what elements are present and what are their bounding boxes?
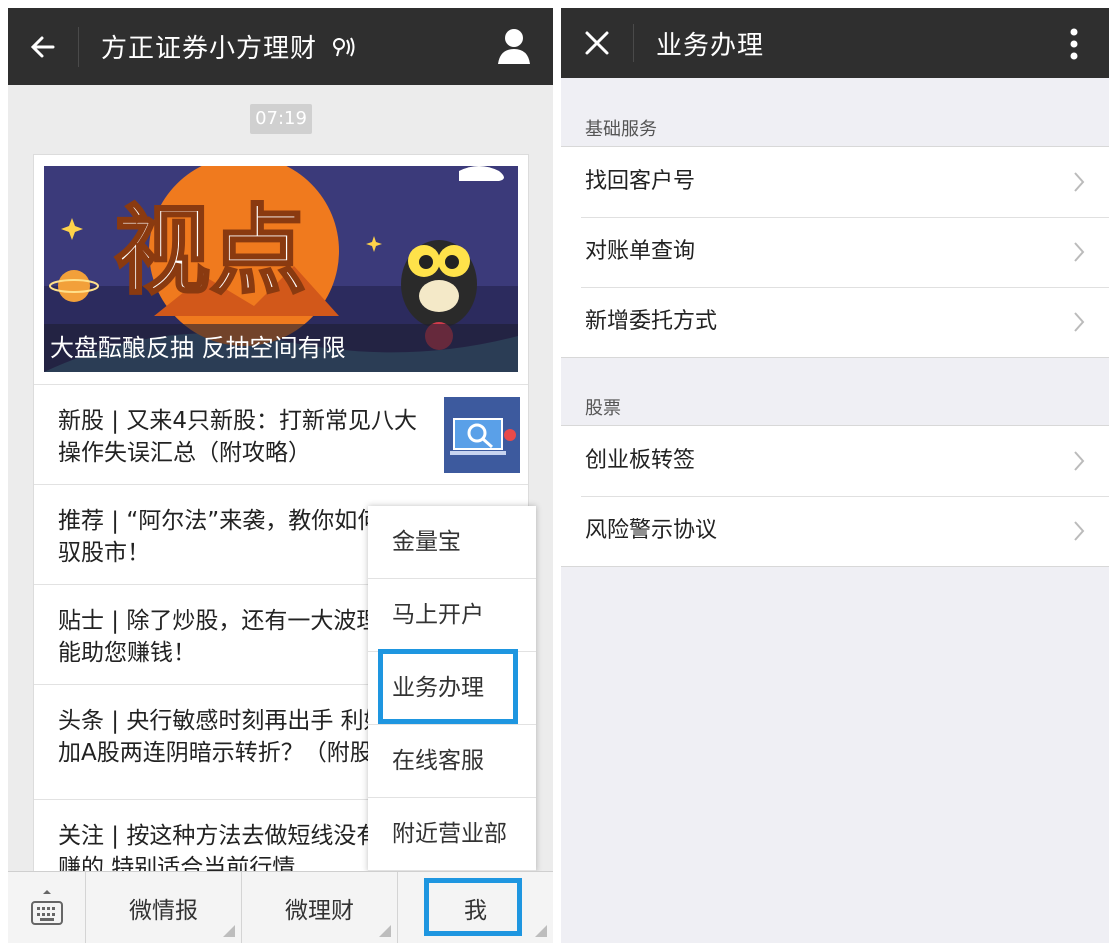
stocks-group: 创业板转签 风险警示协议	[561, 425, 1109, 567]
banner-headline: 视点	[114, 195, 306, 307]
submenu-corner-icon	[223, 925, 235, 937]
keyboard-icon	[30, 890, 63, 925]
tab-label: 微情报	[129, 897, 198, 924]
more-vertical-icon	[1070, 28, 1078, 60]
article-item[interactable]: 新股 | 又来4只新股：打新常见八大操作失误汇总（附攻略）	[34, 384, 528, 484]
chevron-right-icon	[1074, 312, 1085, 332]
chevron-right-icon	[1074, 172, 1085, 192]
account-popup-menu: 金量宝 马上开户 业务办理 在线客服 附近营业部	[368, 506, 536, 872]
submenu-corner-icon	[535, 925, 547, 937]
tab-wei-qingbao[interactable]: 微情报	[86, 872, 242, 943]
article-title: 贴士 | 除了炒股，还有一大波理财能助您赚钱！	[58, 608, 403, 666]
tab-me[interactable]: 我	[398, 872, 553, 943]
submenu-corner-icon	[379, 925, 391, 937]
section-label: 股票	[585, 398, 621, 419]
list-item-statement-query[interactable]: 对账单查询	[561, 217, 1109, 287]
list-item-risk-warning[interactable]: 风险警示协议	[561, 496, 1109, 566]
profile-button[interactable]	[497, 28, 531, 68]
time-badge: 07:19	[250, 104, 312, 134]
chat-screen: 方正证券小方理财 07:19 视点 大盘酝酿反抽 反抽空间有限 新股 | 又来4…	[8, 8, 553, 943]
menu-highlight-box	[378, 649, 518, 724]
chat-title: 方正证券小方理财	[101, 34, 318, 64]
tab-highlight-box	[424, 878, 522, 936]
business-title: 业务办理	[656, 30, 765, 61]
list-item-label: 新增委托方式	[585, 309, 718, 334]
article-thumbnail	[444, 397, 520, 473]
business-screen: 业务办理 基础服务 找回客户号 对账单查询 新增委托方式 股票 创业板转签 风险…	[561, 8, 1109, 943]
list-item-gem-transfer[interactable]: 创业板转签	[561, 426, 1109, 496]
chevron-right-icon	[1074, 242, 1085, 262]
list-item-label: 风险警示协议	[585, 518, 718, 543]
header-divider	[78, 26, 79, 67]
menu-item-open-account[interactable]: 马上开户	[368, 579, 536, 652]
menu-item-nearby-branch[interactable]: 附近营业部	[368, 798, 536, 871]
keyboard-toggle-button[interactable]	[8, 872, 86, 943]
banner-article[interactable]: 视点 大盘酝酿反抽 反抽空间有限	[44, 166, 518, 372]
article-title: 新股 | 又来4只新股：打新常见八大操作失误汇总（附攻略）	[58, 408, 418, 466]
list-item-retrieve-account[interactable]: 找回客户号	[561, 147, 1109, 217]
back-button[interactable]	[8, 8, 78, 85]
back-arrow-icon	[30, 36, 55, 57]
list-item-label: 找回客户号	[585, 169, 696, 194]
chevron-right-icon	[1074, 521, 1085, 541]
more-options-button[interactable]	[1069, 28, 1079, 64]
banner-caption: 大盘酝酿反抽 反抽空间有限	[44, 324, 518, 372]
article-title: 推荐 | “阿尔法”来袭，教你如何驾驭股市！	[58, 508, 404, 566]
header-divider	[633, 24, 634, 62]
menu-item-online-service[interactable]: 在线客服	[368, 725, 536, 798]
chevron-right-icon	[1074, 451, 1085, 471]
chat-header: 方正证券小方理财	[8, 8, 553, 85]
tab-wei-licai[interactable]: 微理财	[242, 872, 398, 943]
article-title: 头条 | 央行敏感时刻再出手 利好叠加A股两连阴暗示转折？（附股）	[58, 708, 410, 766]
list-item-label: 创业板转签	[585, 448, 696, 473]
close-button[interactable]	[561, 8, 633, 78]
menu-item-jinliangbao[interactable]: 金量宝	[368, 506, 536, 579]
voice-icon	[333, 37, 355, 56]
list-item-add-delegation[interactable]: 新增委托方式	[561, 287, 1109, 357]
close-icon	[585, 31, 609, 55]
person-icon	[498, 29, 530, 64]
bottom-menu-bar: 微情报 微理财 我	[8, 871, 553, 943]
list-item-label: 对账单查询	[585, 239, 696, 264]
basic-services-group: 找回客户号 对账单查询 新增委托方式	[561, 146, 1109, 358]
tab-label: 微理财	[285, 897, 354, 924]
section-label: 基础服务	[585, 119, 657, 140]
business-header: 业务办理	[561, 8, 1109, 78]
